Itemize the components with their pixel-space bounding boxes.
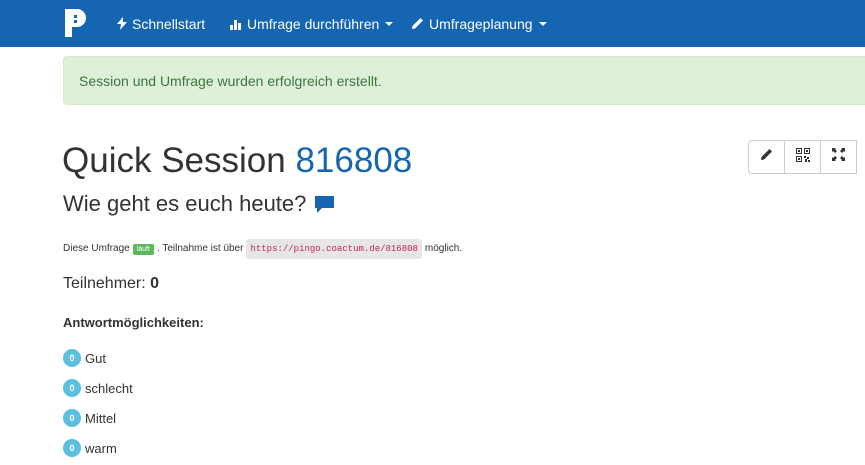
status-suffix: möglich. [424, 243, 463, 254]
nav-umfrageplanung-label: Umfrageplanung [429, 15, 533, 32]
answer-list: 0 Gut 0 schlecht 0 Mittel 0 warm [63, 343, 133, 463]
answer-count-badge: 0 [63, 439, 81, 457]
status-prefix: Diese Umfrage [63, 243, 130, 254]
survey-question: Wie geht es euch heute? [63, 191, 335, 217]
caret-down-icon [538, 21, 547, 26]
fullscreen-button[interactable] [820, 140, 857, 174]
nav-umfrage-durchfuehren[interactable]: Umfrage durchführen [230, 0, 394, 47]
status-badge: läuft [132, 243, 154, 255]
participants-count: Teilnehmer: 0 [63, 274, 159, 294]
fullscreen-icon [832, 148, 845, 166]
list-item: 0 schlecht [63, 373, 133, 403]
alert-message: Session und Umfrage wurden erfolgreich e… [79, 72, 382, 89]
page-title: Quick Session 816808 [62, 141, 412, 181]
participants-label: Teilnehmer: [63, 275, 146, 292]
pingo-logo[interactable] [63, 7, 89, 39]
answer-label: Mittel [85, 410, 117, 426]
caret-down-icon [385, 21, 394, 26]
participation-url[interactable]: https://pingo.coactum.de/816808 [246, 239, 422, 259]
pencil-icon [760, 148, 773, 166]
bolt-icon [117, 17, 127, 30]
success-alert: Session und Umfrage wurden erfolgreich e… [63, 56, 865, 105]
status-middle: . Teilnahme ist über [156, 243, 244, 254]
qrcode-icon [795, 147, 810, 167]
answer-count-badge: 0 [63, 349, 81, 367]
nav-schnellstart-label: Schnellstart [132, 15, 206, 32]
comment-icon[interactable] [314, 195, 335, 214]
survey-status-line: Diese Umfrage läuft . Teilnahme ist über… [63, 239, 462, 259]
session-title-prefix: Quick Session [62, 141, 286, 180]
nav-schnellstart[interactable]: Schnellstart [117, 0, 205, 47]
session-number: 816808 [295, 141, 413, 180]
session-toolbar [748, 140, 857, 174]
nav-umfrage-durchfuehren-label: Umfrage durchführen [247, 15, 380, 32]
answer-count-badge: 0 [63, 379, 81, 397]
top-navbar: Schnellstart Umfrage durchführen Umfrage… [0, 0, 865, 47]
edit-button[interactable] [748, 140, 785, 174]
list-item: 0 warm [63, 433, 133, 463]
qrcode-button[interactable] [784, 140, 821, 174]
pencil-icon [411, 17, 424, 30]
answer-label: schlecht [85, 380, 133, 396]
answer-label: warm [85, 440, 117, 456]
answers-heading: Antwortmöglichkeiten: [63, 315, 204, 330]
question-text: Wie geht es euch heute? [63, 191, 307, 216]
answer-count-badge: 0 [63, 409, 81, 427]
list-item: 0 Gut [63, 343, 133, 373]
nav-umfrageplanung[interactable]: Umfrageplanung [411, 0, 547, 47]
bar-chart-icon [230, 18, 242, 30]
participants-number: 0 [150, 275, 160, 292]
list-item: 0 Mittel [63, 403, 133, 433]
answer-label: Gut [85, 350, 106, 366]
